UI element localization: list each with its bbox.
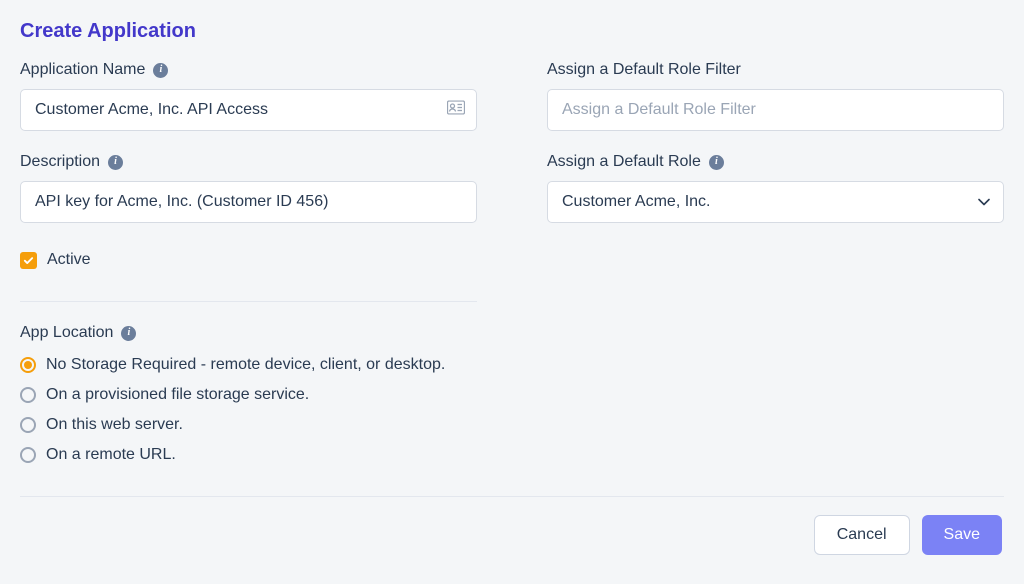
app-location-option[interactable]: On a remote URL. bbox=[20, 446, 477, 464]
role-filter-label: Assign a Default Role Filter bbox=[547, 61, 1004, 79]
role-filter-input[interactable] bbox=[547, 89, 1004, 131]
default-role-label: Assign a Default Role i bbox=[547, 153, 1004, 171]
radio-icon[interactable] bbox=[20, 387, 36, 403]
active-checkbox[interactable] bbox=[20, 252, 37, 269]
radio-icon[interactable] bbox=[20, 447, 36, 463]
app-location-option[interactable]: On this web server. bbox=[20, 416, 477, 434]
radio-icon[interactable] bbox=[20, 417, 36, 433]
app-location-label-text: App Location bbox=[20, 324, 113, 342]
app-location-option-label: On a remote URL. bbox=[46, 446, 176, 464]
section-divider bbox=[20, 301, 477, 302]
app-location-option-label: On this web server. bbox=[46, 416, 183, 434]
default-role-selected: Customer Acme, Inc. bbox=[562, 193, 711, 211]
save-button[interactable]: Save bbox=[922, 515, 1002, 555]
app-location-option[interactable]: On a provisioned file storage service. bbox=[20, 386, 477, 404]
description-label-text: Description bbox=[20, 153, 100, 171]
application-name-label-text: Application Name bbox=[20, 61, 145, 79]
contact-card-icon bbox=[447, 101, 465, 120]
active-label: Active bbox=[47, 251, 91, 269]
form-actions: Cancel Save bbox=[20, 515, 1004, 555]
radio-icon[interactable] bbox=[20, 357, 36, 373]
info-icon[interactable]: i bbox=[709, 155, 724, 170]
application-name-input[interactable] bbox=[20, 89, 477, 131]
description-input[interactable] bbox=[20, 181, 477, 223]
default-role-label-text: Assign a Default Role bbox=[547, 153, 701, 171]
app-location-label: App Location i bbox=[20, 324, 477, 342]
info-icon[interactable]: i bbox=[153, 63, 168, 78]
app-location-option[interactable]: No Storage Required - remote device, cli… bbox=[20, 356, 477, 374]
role-filter-label-text: Assign a Default Role Filter bbox=[547, 61, 741, 79]
app-location-option-label: No Storage Required - remote device, cli… bbox=[46, 356, 445, 374]
page-title: Create Application bbox=[20, 20, 1004, 43]
default-role-select[interactable]: Customer Acme, Inc. bbox=[547, 181, 1004, 223]
app-location-radio-group: No Storage Required - remote device, cli… bbox=[20, 356, 477, 464]
footer-divider bbox=[20, 496, 1004, 497]
description-label: Description i bbox=[20, 153, 477, 171]
info-icon[interactable]: i bbox=[108, 155, 123, 170]
app-location-option-label: On a provisioned file storage service. bbox=[46, 386, 309, 404]
active-checkbox-row[interactable]: Active bbox=[20, 251, 477, 269]
cancel-button[interactable]: Cancel bbox=[814, 515, 910, 555]
info-icon[interactable]: i bbox=[121, 326, 136, 341]
application-name-label: Application Name i bbox=[20, 61, 477, 79]
